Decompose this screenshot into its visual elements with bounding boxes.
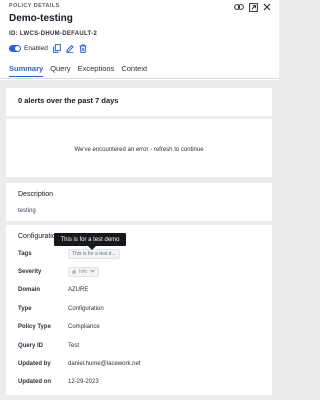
- error-card: We've encountered an error - refresh to …: [6, 119, 272, 177]
- description-card: Description testing: [6, 183, 272, 221]
- enabled-row: Enabled: [9, 43, 87, 54]
- config-value: AZURE: [68, 287, 89, 293]
- severity-value: Info: [79, 269, 88, 275]
- tab-summary[interactable]: Summary: [9, 64, 44, 77]
- config-label: Domain: [18, 287, 41, 293]
- config-row-policy-type: Policy Type Compliance: [18, 322, 100, 332]
- copy-icon[interactable]: [52, 44, 61, 53]
- config-label: Query ID: [18, 343, 44, 349]
- config-row-updated-on: Updated on 12-29-2023: [18, 377, 99, 387]
- severity-dot-icon: [72, 270, 76, 274]
- configuration-card: Configuration Tags This is for a test d.…: [6, 225, 272, 395]
- config-row-tags: Tags This is for a test d...: [18, 249, 120, 259]
- tab-query[interactable]: Query: [50, 64, 70, 77]
- tab-divider: [0, 78, 279, 79]
- edit-icon[interactable]: [66, 44, 74, 53]
- alerts-summary: 0 alerts over the past 7 days: [18, 96, 119, 105]
- config-label: Updated by: [18, 361, 51, 367]
- link-icon[interactable]: [234, 2, 244, 12]
- enabled-label: Enabled: [24, 45, 48, 52]
- config-label: Tags: [18, 251, 32, 257]
- config-label: Severity: [18, 269, 42, 275]
- severity-badge: Info: [68, 267, 100, 277]
- config-row-domain: Domain AZURE: [18, 285, 88, 295]
- config-value: daniel.hume@lacework.net: [68, 361, 141, 367]
- policy-details-panel: POLICY DETAILS Demo-testing ID: LWCS-DHU…: [0, 0, 279, 400]
- config-row-updated-by: Updated by daniel.hume@lacework.net: [18, 359, 140, 369]
- tags-tooltip: This is for a test demo: [54, 233, 126, 250]
- panel-header: POLICY DETAILS Demo-testing ID: LWCS-DHU…: [0, 0, 279, 80]
- config-label: Policy Type: [18, 324, 51, 330]
- config-row-severity: Severity Info: [18, 267, 100, 277]
- chevron-down-icon: [90, 269, 96, 275]
- tags-chip[interactable]: This is for a test d...: [68, 249, 120, 259]
- tab-exceptions[interactable]: Exceptions: [78, 64, 115, 77]
- description-title: Description: [18, 191, 54, 198]
- tab-bar: Summary Query Exceptions Context: [9, 64, 154, 77]
- close-icon[interactable]: [262, 2, 272, 12]
- open-external-icon[interactable]: [248, 2, 258, 12]
- config-value: 12-29-2023: [68, 379, 99, 385]
- config-row-type: Type Configuration: [18, 304, 104, 314]
- config-value: Test: [68, 343, 80, 349]
- tab-context[interactable]: Context: [121, 64, 147, 77]
- trash-icon[interactable]: [79, 44, 87, 53]
- config-value: Configuration: [68, 306, 104, 312]
- alerts-card: 0 alerts over the past 7 days: [6, 88, 272, 116]
- policy-title: Demo-testing: [9, 13, 73, 24]
- panel-eyebrow: POLICY DETAILS: [9, 3, 60, 9]
- config-label: Updated on: [18, 379, 51, 385]
- config-value: Compliance: [68, 324, 100, 330]
- description-text: testing: [18, 208, 36, 214]
- config-label: Type: [18, 306, 32, 312]
- error-message: We've encountered an error - refresh to …: [74, 147, 204, 153]
- config-row-query-id: Query ID Test: [18, 341, 79, 351]
- enabled-toggle[interactable]: [9, 45, 21, 52]
- policy-id: ID: LWCS-DHUM-DEFAULT-2: [9, 31, 98, 37]
